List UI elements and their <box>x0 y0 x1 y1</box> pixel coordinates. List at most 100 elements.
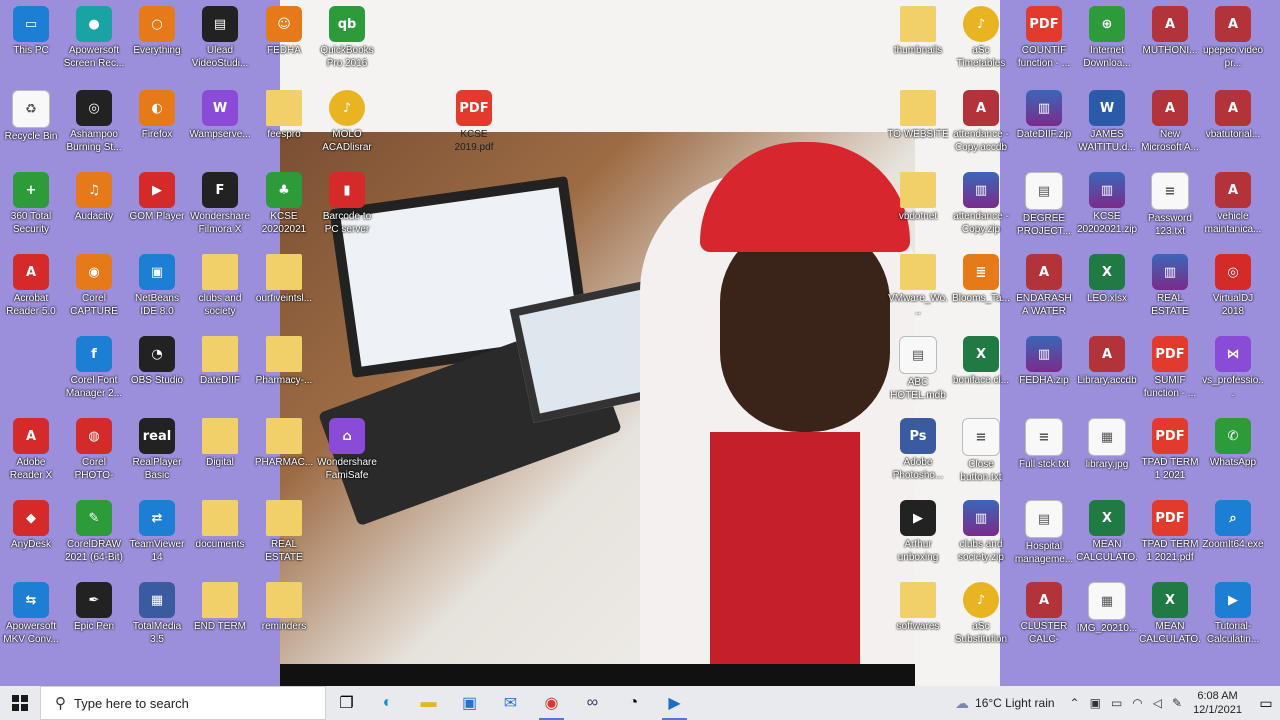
desktop-icon[interactable]: ✒ Epic Pen <box>63 578 125 658</box>
desktop-icon[interactable]: ◐ Firefox <box>126 86 188 166</box>
network-icon[interactable]: ◠ <box>1132 696 1142 710</box>
desktop-icon[interactable]: A MUTHONI... <box>1139 2 1201 82</box>
desktop-icon[interactable]: ▦ IMG_20210... <box>1076 578 1138 658</box>
notifications-button[interactable]: ▭ <box>1252 695 1280 712</box>
desktop-icon[interactable]: ◎ VirtualDJ 2018 <box>1202 250 1264 330</box>
desktop-icon[interactable]: ◍ Corel PHOTO-PAI... <box>63 414 125 494</box>
desktop-icon[interactable]: Aupepeo video pr... <box>1202 2 1264 82</box>
desktop-icon[interactable]: A New Microsoft A... <box>1139 86 1201 166</box>
desktop-icon[interactable]: ♫ Audacity <box>63 168 125 248</box>
desktop-icon[interactable]: +360 Total Security <box>0 168 62 248</box>
weather-widget[interactable]: ☁ 16°C Light rain <box>955 695 1055 712</box>
desktop-icon[interactable]: ○ Everything <box>126 2 188 82</box>
desktop-icon[interactable]: PDF SUMIF function - ... <box>1139 332 1201 412</box>
desktop-icon[interactable]: ourfiveintsl... <box>253 250 315 330</box>
desktop-icon[interactable]: ▭ This PC <box>0 2 62 82</box>
task-view-button[interactable]: ❐ <box>326 686 367 720</box>
desktop-icon[interactable]: TO WEBSITE <box>887 86 949 166</box>
desktop-icon[interactable]: Xboniface.cl... <box>950 332 1012 412</box>
desktop-icon[interactable]: ▶ Arthur unboxing an... <box>887 496 949 576</box>
media-button[interactable]: ▶ <box>654 686 695 720</box>
desktop-icon[interactable]: ⇄ TeamViewer 14 <box>126 496 188 576</box>
desktop-icon[interactable]: W JAMES WAITITU.d... <box>1076 86 1138 166</box>
desktop-icon[interactable]: ≡ Full stck.txt <box>1013 414 1075 494</box>
store-button[interactable]: ▣ <box>449 686 490 720</box>
desktop-icon[interactable]: A Library.accdb <box>1076 332 1138 412</box>
desktop-icon[interactable]: ▶ GOM Player <box>126 168 188 248</box>
desktop-icon[interactable]: ⊕ Internet Downloa... <box>1076 2 1138 82</box>
desktop-icon[interactable]: reminders <box>253 578 315 658</box>
desktop-icon[interactable]: A Acrobat Reader 5.0 <box>0 250 62 330</box>
desktop-icon[interactable]: Ps Adobe Photosho... <box>887 414 949 494</box>
pen-icon[interactable]: ✎ <box>1172 696 1182 710</box>
desktop-icon[interactable]: ♪ MOLO ACADlisrar <box>316 86 378 166</box>
desktop-icon[interactable]: PDF TPAD TERM 1 2021 SUMM... <box>1139 414 1201 494</box>
desktop-icon[interactable]: F Wondershare Filmora X <box>189 168 251 248</box>
desktop-icon[interactable]: ● Apowersoft Screen Rec... <box>63 2 125 82</box>
desktop-icon[interactable]: ▮ Barcode to PC server <box>316 168 378 248</box>
desktop-icon[interactable]: A CLUSTER CALC-1.accdb <box>1013 578 1075 658</box>
file-explorer-button[interactable]: ▬ <box>408 686 449 720</box>
desktop-icon[interactable]: ♪ aSc Substitution <box>950 578 1012 658</box>
desktop-icon[interactable]: thumbnails <box>887 2 949 82</box>
desktop-icon[interactable]: ▥ KCSE 20202021.zip <box>1076 168 1138 248</box>
desktop-icon[interactable]: ☺ FEDHA <box>253 2 315 82</box>
desktop-icon[interactable]: ⋈ vs_professio... <box>1202 332 1264 412</box>
clock[interactable]: 6:08 AM 12/1/2021 <box>1193 689 1242 717</box>
desktop-icon[interactable]: ▤ Hospital manageme... <box>1013 496 1075 576</box>
desktop-icon[interactable]: ≣ Blooms_Ta... <box>950 250 1012 330</box>
desktop-icon[interactable]: ✆ WhatsApp <box>1202 414 1264 494</box>
battery-icon[interactable]: ▭ <box>1111 696 1122 710</box>
desktop-icon[interactable]: ▥ DateDIIF.zip <box>1013 86 1075 166</box>
tray-app-icon[interactable]: ▣ <box>1090 696 1101 710</box>
desktop-icon[interactable]: ⌕ ZoomIt64.exe <box>1202 496 1264 576</box>
desktop-icon[interactable]: ◔ OBS Studio <box>126 332 188 412</box>
desktop-icon[interactable]: PHARMAC... <box>253 414 315 494</box>
desktop-icon[interactable]: documents <box>189 496 251 576</box>
desktop-icon[interactable]: VMware_Wo... <box>887 250 949 330</box>
mail-button[interactable]: ✉ <box>490 686 531 720</box>
desktop-icon[interactable]: X MEAN CALCULATO... <box>1076 496 1138 576</box>
desktop-icon[interactable]: PDF TPAD TERM 1 2021.pdf <box>1139 496 1201 576</box>
desktop-icon[interactable]: ▦ library.jpg <box>1076 414 1138 494</box>
app-button[interactable]: ∞ <box>572 686 613 720</box>
desktop-icon[interactable]: ▤ Ulead VideoStudi... <box>189 2 251 82</box>
desktop-icon[interactable]: ▶ Tutorial- Calculatin... <box>1202 578 1264 658</box>
chrome-button[interactable]: ◉ <box>531 686 572 720</box>
desktop-icon[interactable]: qb QuickBooks Pro 2016 <box>316 2 378 82</box>
taskbar-search[interactable]: ⚲ Type here to search <box>40 686 326 720</box>
obs-button[interactable]: ◔ <box>613 686 654 720</box>
desktop-icon[interactable]: REAL ESTATE MANAGEM... <box>253 496 315 576</box>
desktop-icon[interactable]: ▦ TotalMedia 3.5 <box>126 578 188 658</box>
desktop-icon[interactable]: W Wampserve... <box>189 86 251 166</box>
start-button[interactable] <box>0 686 40 720</box>
desktop-icon[interactable]: DateDIIF <box>189 332 251 412</box>
desktop-icon[interactable]: ▥ clubs and society.zip <box>950 496 1012 576</box>
desktop-icon[interactable]: X MEAN CALCULATO... <box>1139 578 1201 658</box>
desktop-icon[interactable]: clubs and society <box>189 250 251 330</box>
desktop-icon[interactable]: ⇆ Apowersoft MKV Conv... <box>0 578 62 658</box>
desktop-icon[interactable]: ◎ Ashampoo Burning St... <box>63 86 125 166</box>
desktop-icon[interactable]: ◉ Corel CAPTURE 2... <box>63 250 125 330</box>
desktop-icon[interactable]: X LEO.xlsx <box>1076 250 1138 330</box>
desktop-icon[interactable]: Avbatutorial... <box>1202 86 1264 166</box>
desktop-icon[interactable]: Digital <box>189 414 251 494</box>
desktop-icon[interactable]: real RealPlayer Basic <box>126 414 188 494</box>
desktop-icon[interactable]: A ENDARASHA WATER MA... <box>1013 250 1075 330</box>
desktop-icon[interactable]: vbdotnet <box>887 168 949 248</box>
desktop-icon[interactable]: ▤ ABC HOTEL.mdb <box>887 332 949 412</box>
desktop-icon[interactable]: ▥ FEDHA.zip <box>1013 332 1075 412</box>
chevron-up-icon[interactable]: ⌃ <box>1070 696 1080 710</box>
desktop-icon[interactable]: ≡ Password 123.txt <box>1139 168 1201 248</box>
desktop-icon[interactable]: feespro <box>253 86 315 166</box>
desktop-icon[interactable]: ≡ Close button.txt <box>950 414 1012 494</box>
desktop-icon[interactable]: END TERM <box>189 578 251 658</box>
desktop-icon[interactable]: ▤ DEGREE PROJECT... <box>1013 168 1075 248</box>
desktop-icon[interactable]: ▥ REAL ESTATE MANAGEM... <box>1139 250 1201 330</box>
desktop-icon[interactable]: PDF COUNTIF function - ... <box>1013 2 1075 82</box>
desktop-icon[interactable]: ▣ NetBeans IDE 8.0 <box>126 250 188 330</box>
desktop-icon[interactable]: f Corel Font Manager 2... <box>63 332 125 412</box>
desktop-icon[interactable]: A Adobe Reader X <box>0 414 62 494</box>
desktop-icon[interactable]: PDF KCSE 2019.pdf <box>443 86 505 166</box>
desktop-icon[interactable]: ♣ KCSE 20202021 <box>253 168 315 248</box>
